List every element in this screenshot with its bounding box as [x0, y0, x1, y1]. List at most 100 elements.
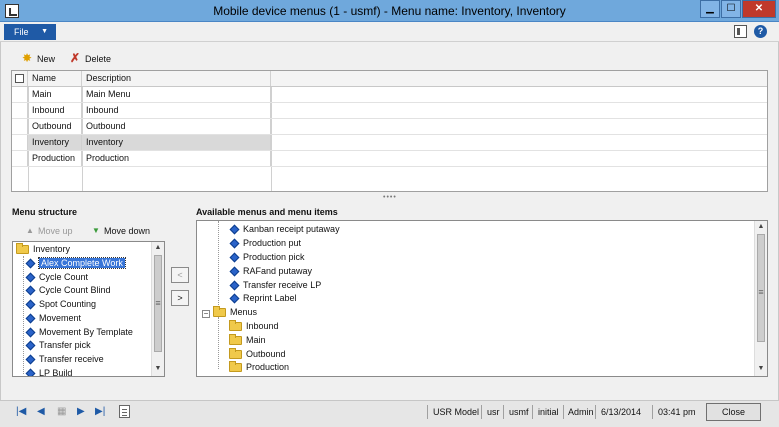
last-record-icon[interactable]: ▶| [95, 406, 105, 418]
close-button[interactable]: Close [706, 403, 761, 421]
layout-icon[interactable] [734, 25, 747, 38]
menu-bar: File ▼ ? [0, 22, 779, 42]
tree-node-label: Transfer pick [39, 340, 91, 350]
delete-button-label: Delete [85, 54, 112, 64]
tree-node-label: Spot Counting [39, 299, 97, 309]
scroll-down-icon[interactable]: ▼ [755, 363, 767, 375]
tree-node[interactable]: Spot Counting [25, 298, 97, 311]
row-name[interactable]: Outbound [28, 119, 82, 134]
tree-guide-line [218, 221, 219, 317]
status-divider [503, 405, 504, 419]
tree-node[interactable]: Cycle Count [25, 271, 88, 284]
row-marker[interactable] [12, 87, 28, 102]
move-down-label: Move down [104, 226, 151, 236]
tree-node[interactable]: Main [229, 334, 266, 347]
next-record-icon[interactable]: ▶ [77, 406, 85, 418]
select-all-checkbox[interactable] [15, 74, 24, 83]
tree-node-selected[interactable]: Alex Complete Work [25, 257, 126, 270]
tree-node[interactable]: Production put [229, 237, 301, 250]
remove-from-menu-button[interactable]: < [171, 267, 189, 283]
select-all-cell[interactable] [12, 71, 28, 86]
table-row[interactable]: Inbound Inbound [12, 103, 767, 119]
tree-node[interactable]: Transfer receive LP [229, 279, 321, 292]
row-marker[interactable] [12, 151, 28, 166]
tree-node[interactable]: Reprint Label [229, 292, 297, 305]
menu-structure-scrollbar[interactable]: ▲ ≡ ▼ [151, 242, 164, 376]
minimize-button[interactable]: ▁ [700, 0, 720, 18]
tree-node[interactable]: Transfer receive [25, 353, 104, 366]
add-to-menu-button[interactable]: > [171, 290, 189, 306]
tree-node-menus-folder[interactable]: Menus [213, 306, 257, 319]
menu-item-icon [229, 293, 240, 304]
previous-record-icon[interactable]: ◀ [37, 406, 45, 418]
move-up-button[interactable]: ▲ Move up [26, 225, 73, 237]
grip-icon: ≡ [155, 298, 161, 308]
window-title: Mobile device menus (1 - usmf) - Menu na… [213, 4, 566, 18]
scroll-thumb[interactable]: ≡ [154, 255, 162, 352]
row-description[interactable]: Inventory [82, 135, 271, 150]
tree-node-label: Cycle Count Blind [39, 285, 111, 295]
row-name[interactable]: Production [28, 151, 82, 166]
status-divider [652, 405, 653, 419]
tree-node[interactable]: Production pick [229, 251, 305, 264]
title-bar: Mobile device menus (1 - usmf) - Menu na… [0, 0, 779, 22]
column-header-description[interactable]: Description [82, 71, 271, 86]
tree-node[interactable]: Transfer pick [25, 339, 91, 352]
window-close-button[interactable]: ✕ [742, 0, 776, 18]
tree-node[interactable]: Movement By Template [25, 326, 133, 339]
row-marker[interactable] [12, 103, 28, 118]
tree-node-label: Production [246, 362, 290, 372]
row-description[interactable]: Inbound [82, 103, 271, 118]
maximize-button[interactable]: ☐ [721, 0, 741, 18]
grid-icon[interactable]: ▦ [57, 406, 66, 418]
folder-icon [229, 334, 242, 346]
tree-node[interactable]: Production [229, 361, 289, 374]
available-menus-tree[interactable]: Kanban receipt putaway Production put Pr… [196, 220, 768, 377]
scroll-down-icon[interactable]: ▼ [152, 363, 164, 375]
table-row-selected[interactable]: Inventory Inventory [12, 135, 767, 151]
first-record-icon[interactable]: |◀ [16, 406, 26, 418]
tree-node-label: Transfer receive [39, 354, 104, 364]
table-row[interactable]: Outbound Outbound [12, 119, 767, 135]
tree-node[interactable]: Cycle Count Blind [25, 284, 111, 297]
scroll-thumb[interactable]: ≡ [757, 234, 765, 342]
file-menu-label: File [14, 27, 29, 37]
tree-node[interactable]: Inbound [229, 320, 279, 333]
scroll-up-icon[interactable]: ▲ [152, 242, 164, 254]
table-row[interactable]: Main Main Menu [12, 87, 767, 103]
row-marker[interactable] [12, 135, 28, 150]
new-button[interactable]: ✸ New [22, 51, 55, 66]
file-menu-button[interactable]: File ▼ [4, 24, 56, 40]
move-down-button[interactable]: ▼ Move down [92, 225, 150, 237]
row-name[interactable]: Main [28, 87, 82, 102]
menu-item-icon [229, 266, 240, 277]
row-name[interactable]: Inbound [28, 103, 82, 118]
status-divider [427, 405, 428, 419]
help-icon[interactable]: ? [754, 25, 767, 38]
tree-node[interactable]: Movement [25, 312, 81, 325]
arrow-down-icon: ▼ [92, 226, 100, 235]
row-description[interactable]: Production [82, 151, 271, 166]
tree-node[interactable]: RAFand putaway [229, 265, 312, 278]
row-description[interactable]: Main Menu [82, 87, 271, 102]
scroll-up-icon[interactable]: ▲ [755, 221, 767, 233]
available-menus-scrollbar[interactable]: ▲ ≡ ▼ [754, 221, 767, 376]
tree-node[interactable]: Kanban receipt putaway [229, 223, 340, 236]
tree-node-root[interactable]: Inventory [16, 243, 70, 256]
table-row[interactable]: Production Production [12, 151, 767, 167]
panel-splitter[interactable]: •••• [383, 194, 396, 201]
tree-node-label: Inbound [246, 321, 279, 331]
collapse-icon[interactable]: − [202, 310, 210, 318]
row-marker[interactable] [12, 119, 28, 134]
column-header-name[interactable]: Name [28, 71, 82, 86]
note-icon[interactable] [119, 405, 130, 418]
tree-node[interactable]: Outbound [229, 348, 286, 361]
tree-node-label: Inventory [33, 244, 71, 254]
delete-button[interactable]: ✗ Delete [70, 51, 112, 66]
tree-node[interactable]: LP Build [25, 367, 72, 376]
tree-node-label: Kanban receipt putaway [243, 224, 340, 234]
row-name[interactable]: Inventory [28, 135, 82, 150]
menu-structure-tree[interactable]: Inventory Alex Complete Work Cycle Count… [12, 241, 165, 377]
status-date: 6/13/2014 [601, 407, 642, 417]
row-description[interactable]: Outbound [82, 119, 271, 134]
